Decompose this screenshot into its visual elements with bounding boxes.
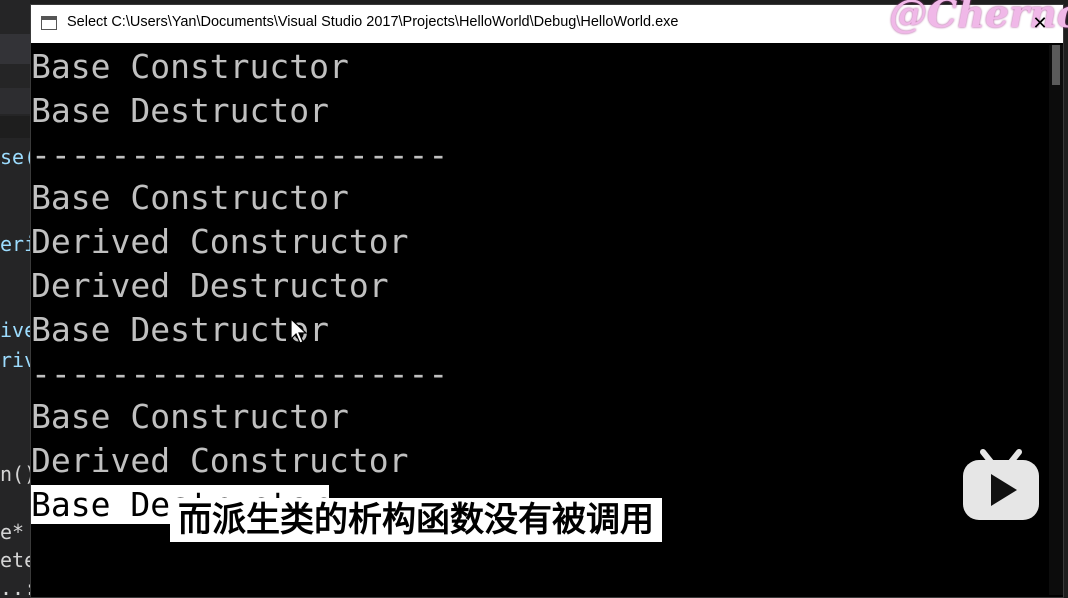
console-line: Base Constructor [31,45,1063,89]
console-line: --------------------- [31,352,1063,396]
console-line-text: Base Destructor [31,309,330,349]
mouse-pointer-icon [290,318,308,344]
console-app-icon [41,16,57,30]
ide-code-fragment: ive [0,318,30,342]
console-line: --------------------- [31,133,1063,177]
console-line: Base Constructor [31,395,1063,439]
window-title: Select C:\Users\Yan\Documents\Visual Stu… [67,14,679,30]
ide-tab-strip [0,34,30,64]
console-line-text: Derived Destructor [31,265,389,305]
ide-code-fragment: e* [0,520,25,544]
ide-code-fragment: se( [0,145,30,169]
console-line: Derived Constructor [31,220,1063,264]
console-line: Base Destructor [31,308,1063,352]
ide-code-fragment: ..: [0,576,30,598]
ide-code-fragment: eri [0,232,30,256]
title-bar[interactable]: Select C:\Users\Yan\Documents\Visual Stu… [31,0,1068,43]
ide-code-fragment: riv [0,348,30,372]
scrollbar-thumb[interactable] [1052,45,1060,85]
video-subtitle: 而派生类的析构函数没有被调用 [170,498,662,542]
close-icon: ✕ [1032,13,1048,34]
ide-code-fragment: ete [0,548,30,572]
console-line: Base Constructor [31,176,1063,220]
console-line: Base Destructor [31,89,1063,133]
close-button[interactable]: ✕ [1017,5,1063,43]
console-line: Derived Constructor [31,439,1063,483]
ide-code-fragment: n() [0,462,30,486]
console-line-text: --------------------- [31,353,449,393]
console-line-text: Derived Constructor [31,222,409,262]
console-line-text: Base Constructor [31,178,349,218]
console-line-text: --------------------- [31,134,449,174]
console-line-text: Base Destructor [31,90,330,130]
console-line-text: Base Constructor [31,397,349,437]
ide-editor-strip [0,116,30,138]
console-scrollbar[interactable] [1049,45,1063,595]
ide-background: se( eri ive riv n() e* ete..: [0,0,30,598]
console-line-text: Base Constructor [31,47,349,86]
console-line-text: Derived Constructor [31,441,409,481]
console-line: Derived Destructor [31,264,1063,308]
video-play-logo-icon [963,449,1039,520]
ide-toolbar-strip [0,88,30,114]
